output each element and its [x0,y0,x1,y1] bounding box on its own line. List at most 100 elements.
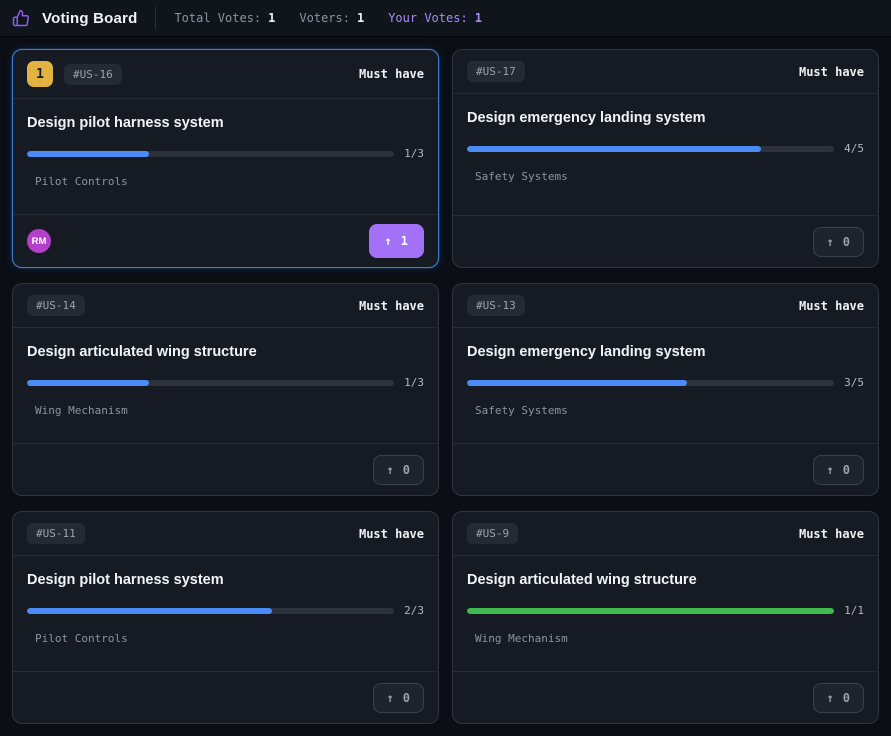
card-header: #US-9 Must have [453,512,878,556]
vote-count: 0 [403,691,410,705]
progress-label: 1/3 [404,147,424,160]
stat-voters: Voters:1 [299,11,364,25]
card-id-badge: #US-9 [467,523,518,544]
card-title: Design articulated wing structure [27,344,424,360]
progress-label: 3/5 [844,376,864,389]
card-body: Design pilot harness system 2/3 Pilot Co… [13,556,438,671]
upvote-arrow-icon: ↑ [385,234,392,248]
card-tag: Safety Systems [475,404,568,417]
vote-count: 1 [401,234,408,248]
vote-button[interactable]: ↑ 0 [373,683,424,713]
card-title: Design emergency landing system [467,344,864,360]
progress-row: 4/5 [467,142,864,155]
card-header: #US-13 Must have [453,284,878,328]
card-id-badge: #US-14 [27,295,85,316]
voting-board-grid[interactable]: 1 #US-16 Must have Design pilot harness … [0,37,891,736]
topbar-divider [155,7,156,29]
priority-label: Must have [799,299,864,313]
vote-button[interactable]: ↑ 1 [369,224,424,258]
vote-button[interactable]: ↑ 0 [373,455,424,485]
stat-total-votes: Total Votes:1 [174,11,275,25]
progress-track [27,151,394,157]
voting-card: 1 #US-16 Must have Design pilot harness … [12,49,439,268]
card-footer: ↑ 0 [453,671,878,723]
voter-avatar: RM [27,229,51,253]
vote-count: 0 [843,463,850,477]
card-title: Design pilot harness system [27,572,424,588]
card-body: Design articulated wing structure 1/1 Wi… [453,556,878,671]
progress-row: 1/3 [27,376,424,389]
priority-label: Must have [359,527,424,541]
vote-button[interactable]: ↑ 0 [813,683,864,713]
card-header: 1 #US-16 Must have [13,50,438,99]
thumbs-up-icon [12,8,32,28]
progress-fill [467,380,687,386]
priority-label: Must have [359,67,424,81]
priority-label: Must have [799,65,864,79]
card-body: Design pilot harness system 1/3 Pilot Co… [13,99,438,214]
card-header: #US-11 Must have [13,512,438,556]
app-title: Voting Board [42,10,137,27]
card-title: Design pilot harness system [27,115,424,131]
card-footer: ↑ 0 [453,215,878,267]
card-id-badge: #US-11 [27,523,85,544]
card-tag: Pilot Controls [35,632,128,645]
card-footer: ↑ 0 [453,443,878,495]
vote-button[interactable]: ↑ 0 [813,227,864,257]
progress-row: 2/3 [27,604,424,617]
card-tag: Safety Systems [475,170,568,183]
card-footer: ↑ 0 [13,443,438,495]
vote-count: 0 [843,235,850,249]
card-title: Design articulated wing structure [467,572,864,588]
progress-track [27,608,394,614]
vote-count: 0 [403,463,410,477]
progress-track [27,380,394,386]
upvote-arrow-icon: ↑ [387,463,394,477]
upvote-arrow-icon: ↑ [827,691,834,705]
card-id-badge: #US-16 [64,64,122,85]
vote-stats: Total Votes:1 Voters:1 Your Votes:1 [174,11,481,25]
progress-fill [467,608,834,614]
progress-fill [27,151,149,157]
card-body: Design emergency landing system 3/5 Safe… [453,328,878,443]
progress-fill [27,380,149,386]
voting-card: #US-11 Must have Design pilot harness sy… [12,511,439,724]
card-footer: RM ↑ 1 [13,214,438,267]
progress-fill [467,146,761,152]
card-id-badge: #US-17 [467,61,525,82]
progress-label: 4/5 [844,142,864,155]
card-body: Design articulated wing structure 1/3 Wi… [13,328,438,443]
priority-label: Must have [359,299,424,313]
voting-card: #US-17 Must have Design emergency landin… [452,49,879,268]
upvote-arrow-icon: ↑ [827,235,834,249]
card-tag: Pilot Controls [35,175,128,188]
progress-label: 2/3 [404,604,424,617]
progress-track [467,146,834,152]
card-header: #US-17 Must have [453,50,878,94]
topbar: Voting Board Total Votes:1 Voters:1 Your… [0,0,891,37]
vote-button[interactable]: ↑ 0 [813,455,864,485]
card-id-badge: #US-13 [467,295,525,316]
card-title: Design emergency landing system [467,110,864,126]
rank-badge: 1 [27,61,53,87]
upvote-arrow-icon: ↑ [387,691,394,705]
progress-track [467,380,834,386]
progress-row: 1/3 [27,147,424,160]
card-tag: Wing Mechanism [35,404,128,417]
card-footer: ↑ 0 [13,671,438,723]
priority-label: Must have [799,527,864,541]
stat-your-votes: Your Votes:1 [388,11,482,25]
card-body: Design emergency landing system 4/5 Safe… [453,94,878,209]
progress-label: 1/1 [844,604,864,617]
voting-card: #US-9 Must have Design articulated wing … [452,511,879,724]
upvote-arrow-icon: ↑ [827,463,834,477]
progress-row: 1/1 [467,604,864,617]
voting-card: #US-13 Must have Design emergency landin… [452,283,879,496]
card-tag: Wing Mechanism [475,632,568,645]
progress-row: 3/5 [467,376,864,389]
vote-count: 0 [843,691,850,705]
progress-track [467,608,834,614]
progress-fill [27,608,272,614]
voting-card: #US-14 Must have Design articulated wing… [12,283,439,496]
card-header: #US-14 Must have [13,284,438,328]
